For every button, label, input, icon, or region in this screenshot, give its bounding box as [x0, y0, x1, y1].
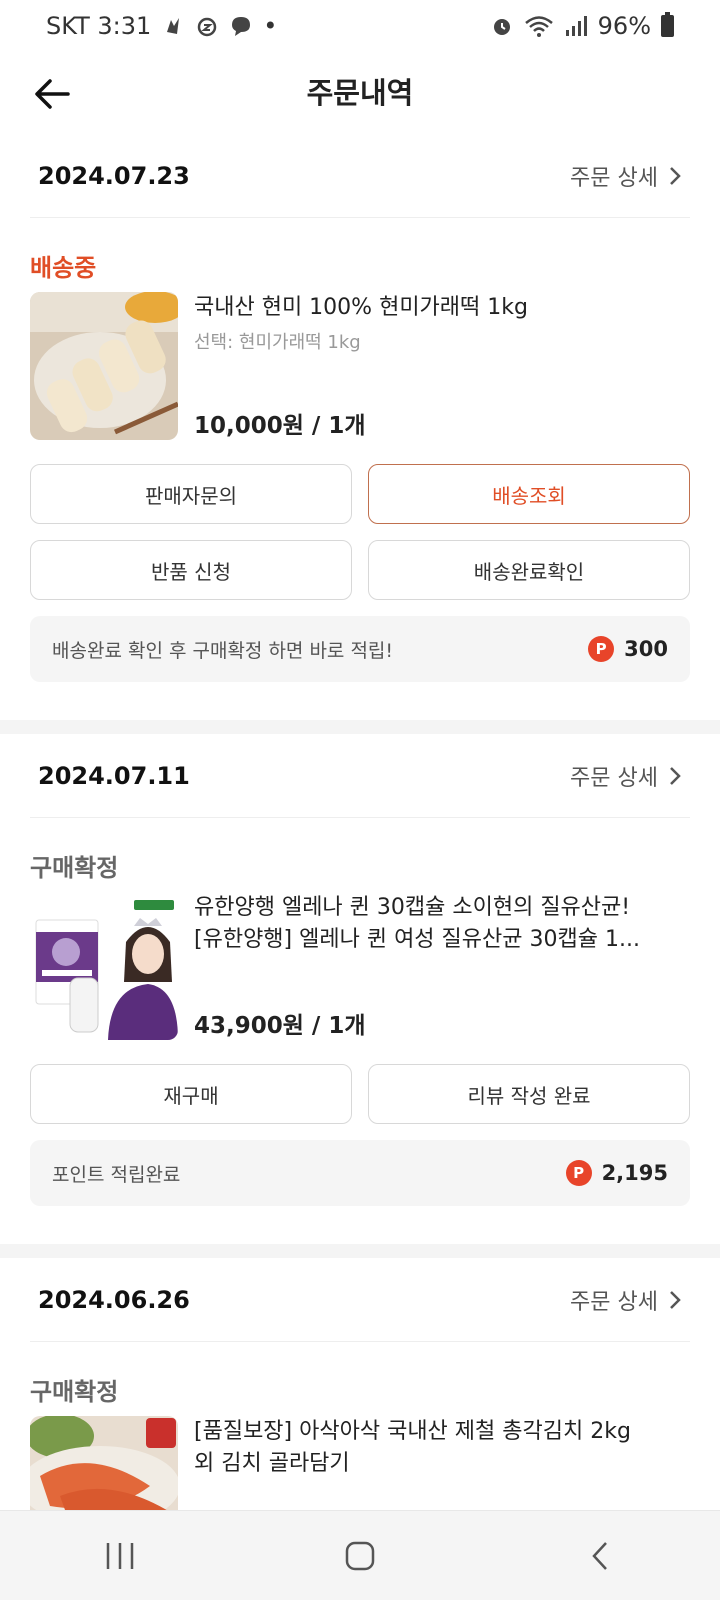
product-name: [품질보장] 아삭아삭 국내산 제철 총각김치 2kg	[194, 1419, 631, 1444]
product-price: 10,000원 / 1개	[194, 413, 366, 439]
reorder-button[interactable]: 재구매	[30, 1064, 352, 1124]
notification-icon	[167, 18, 180, 34]
alarm-clock-icon	[493, 19, 510, 35]
point-icon: P	[565, 1160, 592, 1186]
order-date: 2024.06.26	[38, 1285, 190, 1314]
point-amount: P 300	[588, 636, 668, 662]
button-row: 판매자문의 배송조회	[30, 464, 690, 524]
order-detail-link[interactable]: 주문 상세	[570, 1284, 682, 1316]
page-title: 주문내역	[306, 76, 414, 110]
order-list: 2024.07.23 주문 상세 배송중 국내산 현미 100% 현미가래떡 1…	[0, 134, 720, 1566]
point-info-box: 배송완료 확인 후 구매확정 하면 바로 적립! P 300	[30, 616, 690, 682]
system-back-icon	[592, 1541, 607, 1570]
system-nav-bar	[0, 1510, 720, 1600]
track-delivery-button[interactable]: 배송조회	[368, 464, 690, 524]
point-value: 300	[624, 637, 668, 661]
carrier-time: SKT 3:31	[46, 12, 152, 40]
order-date: 2024.07.11	[38, 761, 190, 790]
wifi-icon	[524, 16, 553, 37]
order-date: 2024.07.23	[38, 161, 190, 190]
chat-icon	[232, 17, 251, 36]
order-header: 2024.06.26 주문 상세	[30, 1258, 690, 1342]
home-icon	[345, 1541, 375, 1570]
button-row: 반품 신청 배송완료확인	[30, 540, 690, 600]
section-divider	[0, 1244, 720, 1258]
point-info-box: 포인트 적립완료 P 2,195	[30, 1140, 690, 1206]
order-status: 구매확정	[30, 1378, 119, 1406]
return-request-button[interactable]: 반품 신청	[30, 540, 352, 600]
system-back-button[interactable]	[570, 1526, 630, 1586]
point-icon: P	[588, 636, 615, 662]
order-card: 2024.07.11 주문 상세 구매확정 유한양행 엘레나 퀸 30캡슐 소이…	[0, 734, 720, 1206]
product-item[interactable]: 유한양행 엘레나 퀸 30캡슐 소이현의 질유산균! [유한양행] 엘레나 퀸 …	[30, 892, 690, 1042]
status-left: SKT 3:31 •	[46, 12, 277, 40]
chevron-right-icon	[670, 1290, 681, 1309]
order-card: 2024.07.23 주문 상세 배송중 국내산 현미 100% 현미가래떡 1…	[0, 134, 720, 682]
chevron-right-icon	[670, 766, 681, 785]
section-divider	[0, 720, 720, 734]
seller-inquiry-button[interactable]: 판매자문의	[30, 464, 352, 524]
product-name-secondary: 외 김치 골라담기	[194, 1451, 350, 1476]
status-bar: SKT 3:31 • 96%	[0, 0, 720, 52]
home-button[interactable]	[330, 1526, 390, 1586]
point-amount: P 2,195	[565, 1160, 668, 1186]
confirm-delivery-button[interactable]: 배송완료확인	[368, 540, 690, 600]
recent-apps-button[interactable]	[90, 1526, 150, 1586]
product-image-rice-cake[interactable]	[30, 292, 178, 440]
chevron-right-icon	[670, 166, 681, 185]
order-status: 구매확정	[30, 854, 119, 882]
product-option: 선택: 현미가래떡 1kg	[194, 332, 361, 353]
product-info: 유한양행 엘레나 퀸 30캡슐 소이현의 질유산균! [유한양행] 엘레나 퀸 …	[194, 892, 690, 1042]
app-bar: 주문내역	[0, 52, 720, 134]
order-status: 배송중	[30, 254, 97, 282]
product-name: 국내산 현미 100% 현미가래떡 1kg	[194, 295, 528, 320]
signal-icon	[565, 16, 587, 36]
product-item[interactable]: 국내산 현미 100% 현미가래떡 1kg 선택: 현미가래떡 1kg 10,0…	[30, 292, 690, 442]
point-message: 배송완료 확인 후 구매확정 하면 바로 적립!	[52, 639, 394, 662]
order-detail-label: 주문 상세	[570, 1289, 658, 1315]
product-image-probiotics[interactable]	[30, 892, 178, 1040]
order-detail-link[interactable]: 주문 상세	[570, 160, 682, 192]
status-right: 96%	[490, 12, 674, 40]
battery-percent: 96%	[597, 12, 651, 40]
review-done-button[interactable]: 리뷰 작성 완료	[368, 1064, 690, 1124]
product-name: 유한양행 엘레나 퀸 30캡슐 소이현의 질유산균!	[194, 895, 631, 920]
order-detail-link[interactable]: 주문 상세	[570, 760, 682, 792]
button-row: 재구매 리뷰 작성 완료	[30, 1064, 690, 1124]
product-info: 국내산 현미 100% 현미가래떡 1kg 선택: 현미가래떡 1kg 10,0…	[194, 292, 690, 442]
battery-icon	[661, 12, 674, 37]
point-message: 포인트 적립완료	[52, 1163, 181, 1186]
order-header: 2024.07.11 주문 상세	[30, 734, 690, 818]
order-header: 2024.07.23 주문 상세	[30, 134, 690, 218]
recent-apps-icon	[106, 1542, 134, 1569]
product-price: 43,900원 / 1개	[194, 1013, 366, 1039]
order-detail-label: 주문 상세	[570, 165, 658, 191]
alarm-icon	[198, 17, 217, 37]
more-notifications-dot: •	[263, 12, 278, 40]
product-name-secondary: [유한양행] 엘레나 퀸 여성 질유산균 30캡슐 1...	[194, 927, 640, 952]
point-value: 2,195	[601, 1161, 668, 1185]
order-detail-label: 주문 상세	[570, 765, 658, 791]
